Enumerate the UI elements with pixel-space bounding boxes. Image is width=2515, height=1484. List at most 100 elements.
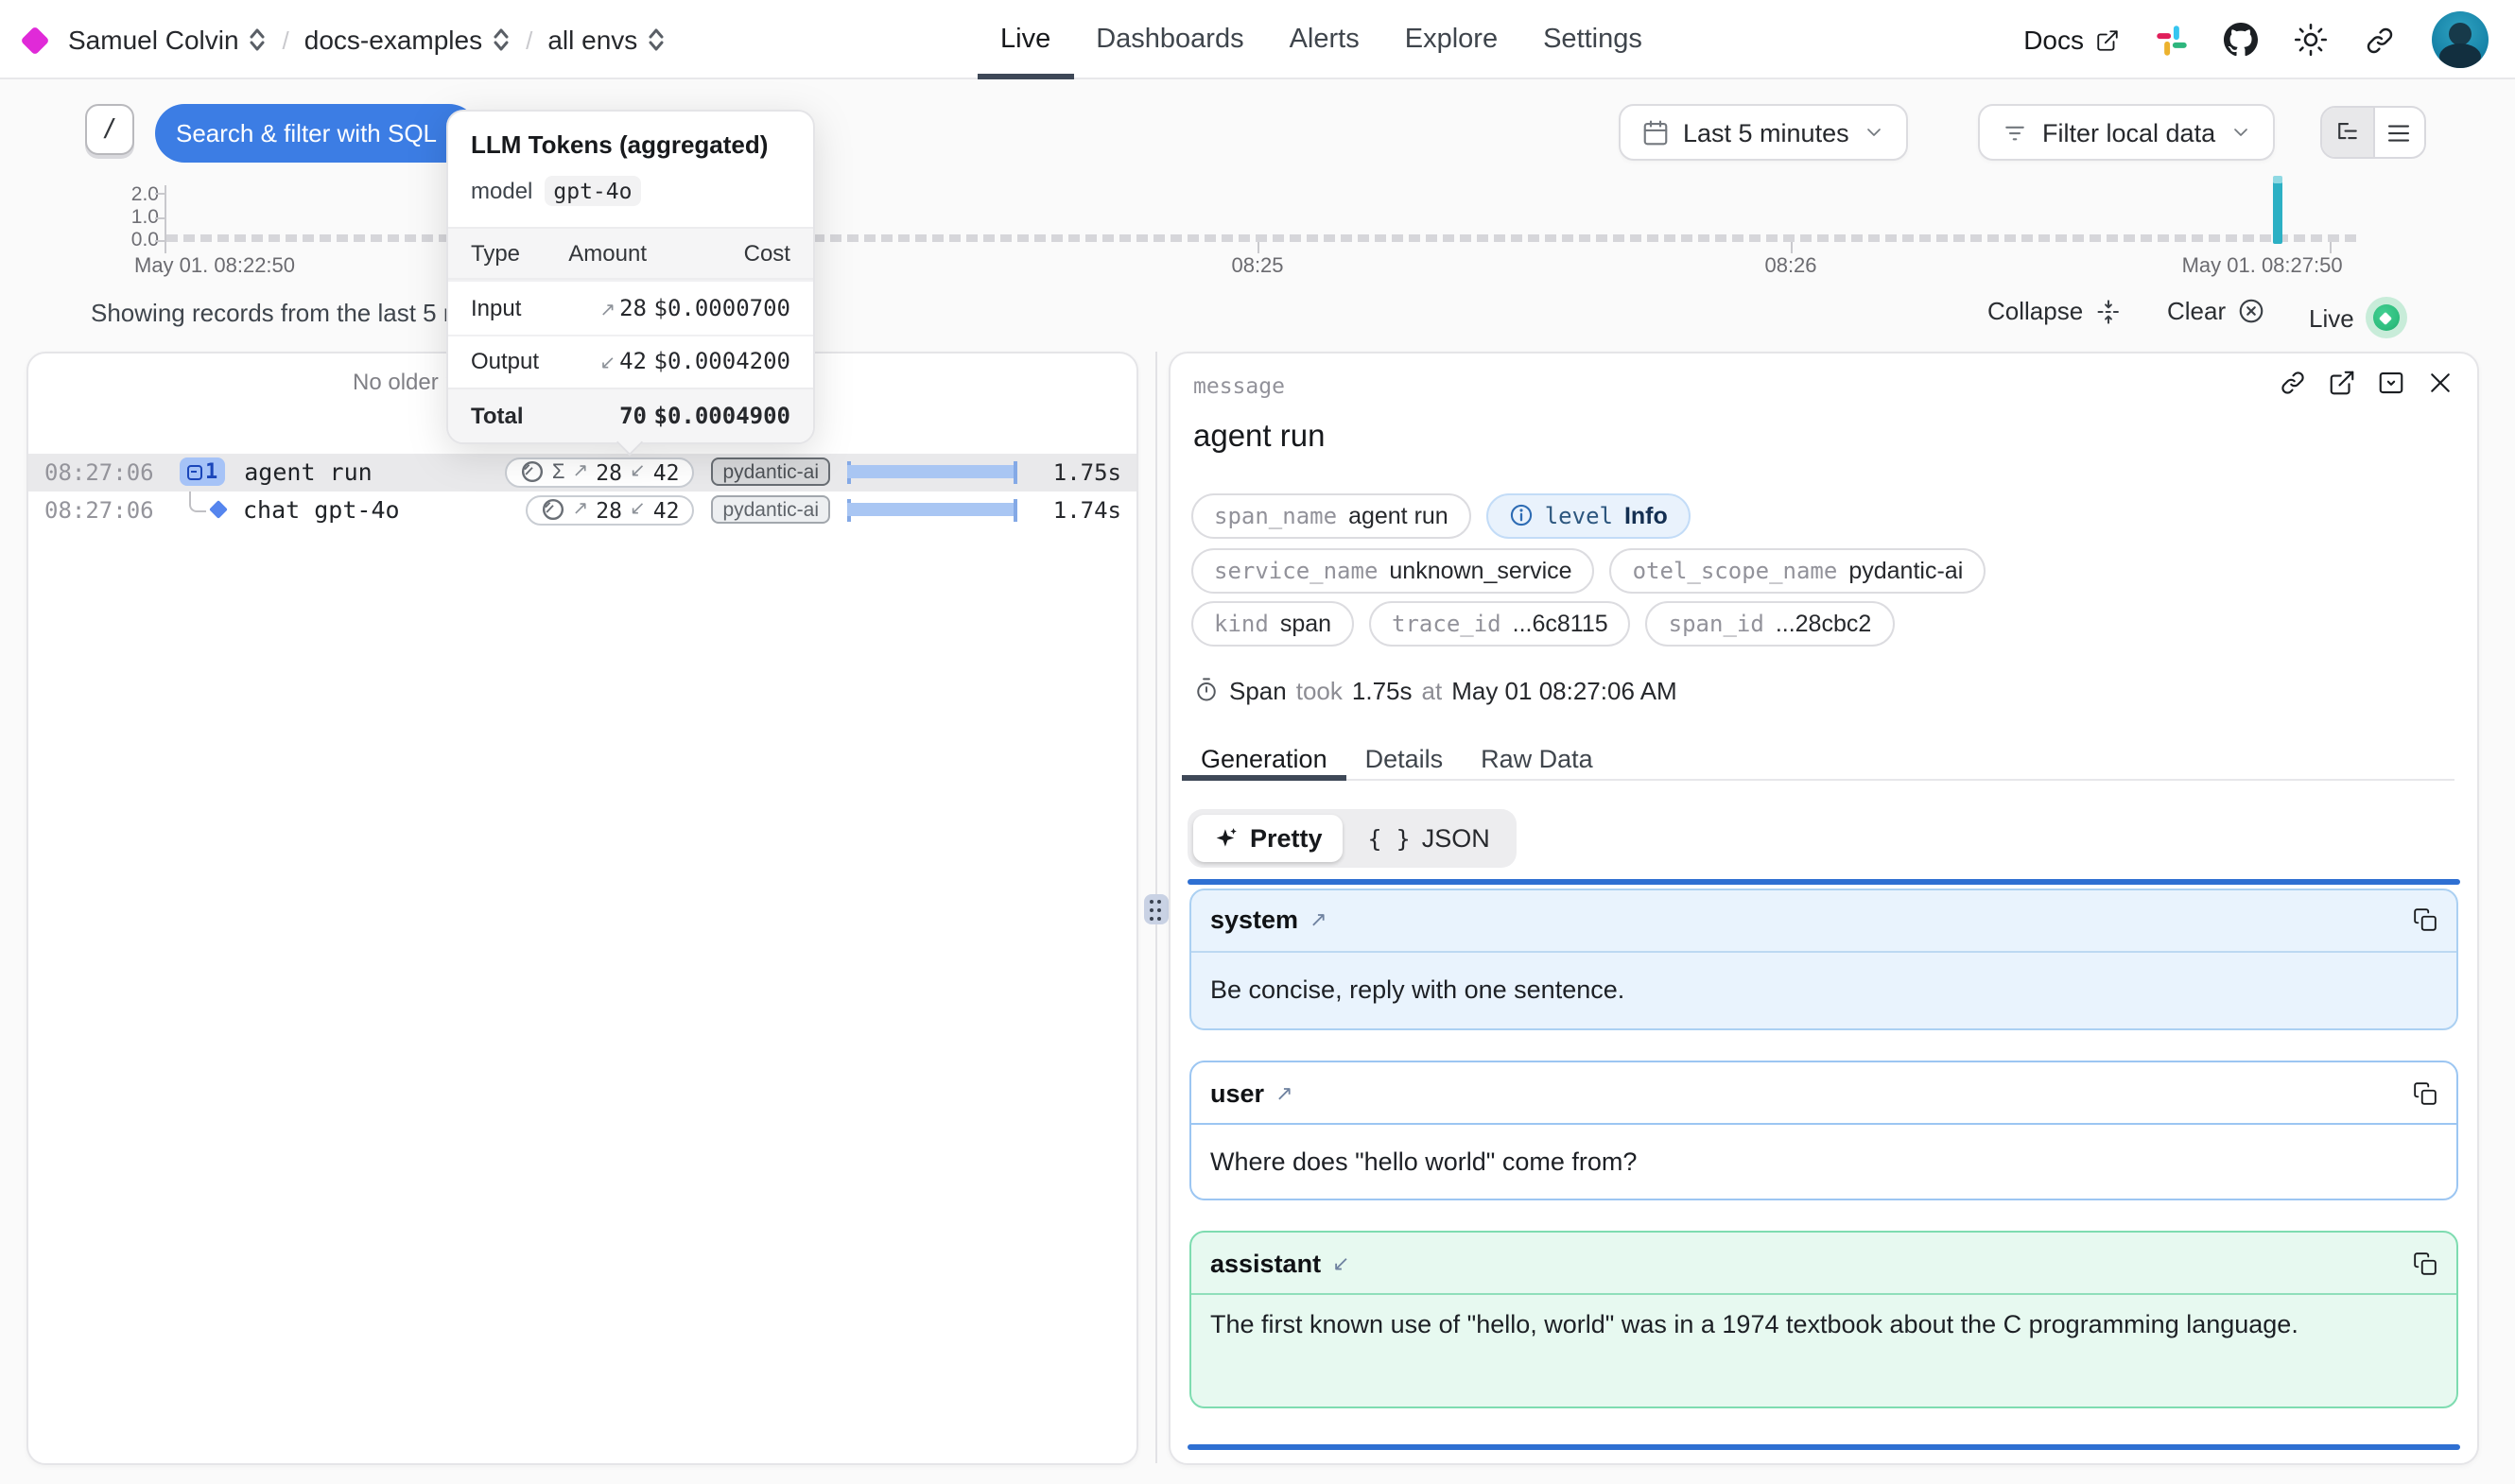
user-avatar[interactable] xyxy=(2432,11,2489,68)
x-axis-label: 08:26 xyxy=(1764,255,1816,278)
nav-tab-live[interactable]: Live xyxy=(978,0,1073,79)
copy-icon[interactable] xyxy=(2413,1080,2437,1105)
collapse-icon xyxy=(2094,298,2121,324)
clear-button[interactable]: Clear xyxy=(2167,297,2265,325)
share-link-icon[interactable] xyxy=(2364,24,2396,56)
tab-raw-data[interactable]: Raw Data xyxy=(1462,738,1612,778)
message-header: user ↗ xyxy=(1191,1062,2456,1125)
time-range-dropdown[interactable]: Last 5 minutes xyxy=(1619,104,1908,161)
token-coin-icon xyxy=(520,459,545,484)
span-diamond-icon xyxy=(208,500,227,519)
tree-connector xyxy=(188,491,205,511)
message-role: system xyxy=(1210,906,1298,934)
x-axis-end-label: May 01. 08:27:50 xyxy=(2182,255,2343,278)
breadcrumb-separator: / xyxy=(283,26,289,54)
histogram-bar[interactable] xyxy=(2273,181,2282,244)
scope-tag[interactable]: pydantic-ai xyxy=(711,495,830,524)
filter-local-data-dropdown[interactable]: Filter local data xyxy=(1978,104,2274,161)
tooltip-table-header: Type Amount Cost xyxy=(448,226,813,280)
docs-link[interactable]: Docs xyxy=(2023,25,2120,55)
output-arrow-icon: ↙ xyxy=(630,499,646,520)
timing-duration: 1.75s xyxy=(1352,676,1413,704)
json-toggle-button[interactable]: { } JSON xyxy=(1347,814,1511,861)
timing-at-word: at xyxy=(1422,676,1443,704)
logfire-logo-icon[interactable] xyxy=(20,25,49,54)
org-selector[interactable]: Samuel Colvin xyxy=(68,25,268,55)
attr-value: agent run xyxy=(1348,502,1448,528)
span-title: agent run xyxy=(1193,419,1325,455)
message-card-assistant: assistant ↙ The first known use of "hell… xyxy=(1189,1231,2458,1407)
attr-value: span xyxy=(1280,611,1331,637)
search-filter-sql-button[interactable]: Search & filter with SQL xyxy=(155,104,478,163)
attr-level-badge[interactable]: level Info xyxy=(1486,492,1691,538)
input-arrow-icon: ↗ xyxy=(572,499,588,520)
collapse-button[interactable]: Collapse xyxy=(1987,297,2121,325)
attr-span-name[interactable]: span_name agent run xyxy=(1191,492,1471,538)
open-external-icon[interactable] xyxy=(2328,368,2356,396)
panel-resize-handle[interactable] xyxy=(1143,894,1168,924)
copy-link-icon[interactable] xyxy=(2279,368,2307,396)
attr-trace-id[interactable]: trace_id ...6c8115 xyxy=(1369,601,1631,647)
pretty-toggle-button[interactable]: Pretty xyxy=(1193,814,1344,861)
github-icon[interactable] xyxy=(2224,23,2258,57)
dock-bottom-icon[interactable] xyxy=(2377,368,2405,396)
trace-row-agent-run[interactable]: 08:27:06 1 agent run Σ ↗28 ↙42 pydantic-… xyxy=(27,453,1136,491)
tab-generation[interactable]: Generation xyxy=(1182,738,1346,778)
slack-icon[interactable] xyxy=(2156,24,2188,56)
copy-icon[interactable] xyxy=(2413,1251,2437,1275)
environment-selector[interactable]: all envs xyxy=(547,25,666,55)
attr-key: trace_id xyxy=(1392,611,1501,637)
tooltip-row-output: Output ↙42 $0.0004200 xyxy=(448,334,813,388)
attr-span-id[interactable]: span_id ...28cbc2 xyxy=(1646,601,1895,647)
live-toggle[interactable]: Live xyxy=(2309,297,2407,338)
y-axis-tick: 1.0 xyxy=(76,206,159,229)
model-value: gpt-4o xyxy=(544,175,641,205)
pretty-label: Pretty xyxy=(1250,823,1323,852)
detail-tabs: Generation Details Raw Data xyxy=(1182,738,2454,780)
close-icon[interactable] xyxy=(2426,368,2454,396)
output-arrow-icon: ↙ xyxy=(599,354,616,375)
tooltip-row-input: Input ↗28 $0.0000700 xyxy=(448,280,813,334)
theme-sun-icon[interactable] xyxy=(2294,23,2328,57)
token-usage-pill[interactable]: ↗28 ↙42 xyxy=(525,494,694,525)
x-tick-mark xyxy=(1791,242,1793,253)
search-shortcut-key[interactable]: / xyxy=(85,104,134,155)
row-type: Total xyxy=(471,403,552,429)
attr-key: span_name xyxy=(1214,502,1337,528)
direction-arrow-icon: ↗ xyxy=(1275,1080,1292,1105)
tree-view-button[interactable] xyxy=(2322,108,2372,157)
row-cost: $0.0004200 xyxy=(647,349,790,375)
nav-tab-explore[interactable]: Explore xyxy=(1382,0,1520,79)
attr-kind[interactable]: kind span xyxy=(1191,601,1354,647)
list-view-button[interactable] xyxy=(2372,108,2424,157)
nav-tab-settings[interactable]: Settings xyxy=(1520,0,1665,79)
project-selector[interactable]: docs-examples xyxy=(304,25,511,55)
token-usage-pill[interactable]: Σ ↗28 ↙42 xyxy=(505,457,695,487)
attr-otel-scope-name[interactable]: otel_scope_name pydantic-ai xyxy=(1610,547,1986,593)
children-count: 1 xyxy=(205,459,217,484)
message-header: system ↗ xyxy=(1191,889,2456,952)
message-content: Where does "hello world" come from? xyxy=(1191,1125,2456,1181)
chevron-down-icon xyxy=(1863,121,1885,144)
message-header: assistant ↙ xyxy=(1191,1233,2456,1295)
copy-icon[interactable] xyxy=(2413,907,2437,932)
collapse-children-badge[interactable]: 1 xyxy=(179,457,225,486)
tab-details[interactable]: Details xyxy=(1346,738,1463,778)
trace-row-chat-gpt-4o[interactable]: 08:27:06 chat gpt-4o ↗28 ↙42 pydantic-ai… xyxy=(27,491,1136,528)
scope-tag[interactable]: pydantic-ai xyxy=(711,457,830,486)
message-role: user xyxy=(1210,1078,1264,1107)
y-tick-mark xyxy=(155,239,165,241)
duration-text: 1.74s xyxy=(1034,496,1121,523)
collapse-box-icon xyxy=(186,464,201,479)
duration-bar xyxy=(847,460,1017,483)
top-right-actions: Docs xyxy=(2023,0,2489,79)
detail-panel-actions xyxy=(2279,368,2454,396)
attr-service-name[interactable]: service_name unknown_service xyxy=(1191,547,1595,593)
attr-value: ...28cbc2 xyxy=(1776,611,1871,637)
nav-tab-dashboards[interactable]: Dashboards xyxy=(1073,0,1266,79)
nav-tab-alerts[interactable]: Alerts xyxy=(1267,0,1382,79)
view-mode-toggle xyxy=(2320,106,2426,159)
top-bar: Samuel Colvin / docs-examples / all envs… xyxy=(0,0,2515,79)
docs-label: Docs xyxy=(2023,25,2084,55)
input-tokens: 28 xyxy=(596,458,622,485)
